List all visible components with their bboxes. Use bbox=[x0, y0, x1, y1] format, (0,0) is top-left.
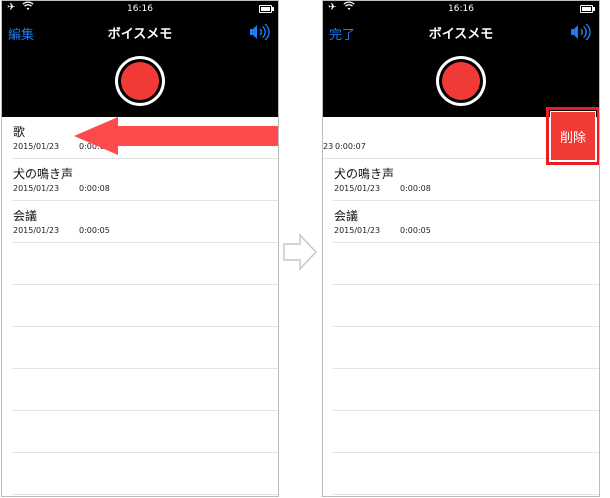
empty-row bbox=[333, 243, 599, 285]
phone-screen-after: ✈ 16:16 完了 ボイスメモ 23 0:00:07 犬の鳴き声 2015/0… bbox=[322, 0, 600, 497]
header-panel: ✈ 16:16 完了 ボイスメモ bbox=[323, 1, 599, 117]
recording-duration: 0:00:07 bbox=[335, 142, 366, 151]
recording-duration: 0:00:08 bbox=[400, 184, 431, 193]
empty-row bbox=[12, 285, 278, 327]
list-item[interactable]: 会議 2015/01/23 0:00:05 bbox=[12, 201, 278, 243]
recording-date: 2015/01/23 bbox=[13, 142, 60, 151]
empty-row bbox=[333, 285, 599, 327]
record-icon bbox=[118, 59, 162, 103]
empty-row bbox=[12, 453, 278, 495]
record-icon bbox=[439, 59, 483, 103]
right-arrow-icon bbox=[283, 233, 318, 271]
recording-duration: 0:00:05 bbox=[79, 226, 110, 235]
battery-icon bbox=[580, 5, 595, 13]
recording-date: 23 bbox=[323, 142, 334, 151]
recording-date: 2015/01/23 bbox=[334, 226, 381, 235]
speaker-icon[interactable] bbox=[569, 23, 591, 41]
header-panel: ✈ 16:16 編集 ボイスメモ bbox=[2, 1, 278, 117]
list-item[interactable]: 犬の鳴き声 2015/01/23 0:00:08 bbox=[333, 159, 599, 201]
recording-duration: 0:00:08 bbox=[79, 184, 110, 193]
recording-title: 会議 bbox=[13, 209, 38, 223]
recording-title: 歌 bbox=[13, 125, 26, 139]
phone-screen-before: ✈ 16:16 編集 ボイスメモ 歌 2015/01/23 0:00:07 犬の… bbox=[1, 0, 279, 497]
status-bar: ✈ 16:16 bbox=[323, 1, 599, 17]
record-button[interactable] bbox=[115, 56, 165, 106]
recording-title: 犬の鳴き声 bbox=[13, 167, 74, 181]
status-time: 16:16 bbox=[127, 4, 153, 14]
empty-row bbox=[333, 411, 599, 453]
recording-title: 会議 bbox=[334, 209, 359, 223]
empty-row bbox=[12, 411, 278, 453]
empty-row bbox=[333, 327, 599, 369]
recording-date: 2015/01/23 bbox=[13, 226, 60, 235]
page-title: ボイスメモ bbox=[428, 27, 494, 42]
list-item[interactable]: 犬の鳴き声 2015/01/23 0:00:08 bbox=[12, 159, 278, 201]
recording-date: 2015/01/23 bbox=[13, 184, 60, 193]
empty-row bbox=[12, 369, 278, 411]
empty-row bbox=[333, 453, 599, 495]
delete-button[interactable]: 削除 bbox=[550, 111, 596, 161]
speaker-icon[interactable] bbox=[248, 23, 270, 41]
swipe-left-arrow-icon bbox=[74, 117, 278, 155]
list-item[interactable]: 会議 2015/01/23 0:00:05 bbox=[333, 201, 599, 243]
status-bar: ✈ 16:16 bbox=[2, 1, 278, 17]
recording-title: 犬の鳴き声 bbox=[334, 167, 395, 181]
page-title: ボイスメモ bbox=[107, 27, 173, 42]
battery-icon bbox=[259, 5, 274, 13]
empty-row bbox=[12, 327, 278, 369]
record-button[interactable] bbox=[436, 56, 486, 106]
recording-list: 23 0:00:07 犬の鳴き声 2015/01/23 0:00:08 会議 2… bbox=[323, 117, 599, 495]
recording-list: 歌 2015/01/23 0:00:07 犬の鳴き声 2015/01/23 0:… bbox=[2, 117, 278, 495]
recording-duration: 0:00:05 bbox=[400, 226, 431, 235]
status-time: 16:16 bbox=[448, 4, 474, 14]
empty-row bbox=[333, 369, 599, 411]
empty-row bbox=[12, 243, 278, 285]
recording-date: 2015/01/23 bbox=[334, 184, 381, 193]
